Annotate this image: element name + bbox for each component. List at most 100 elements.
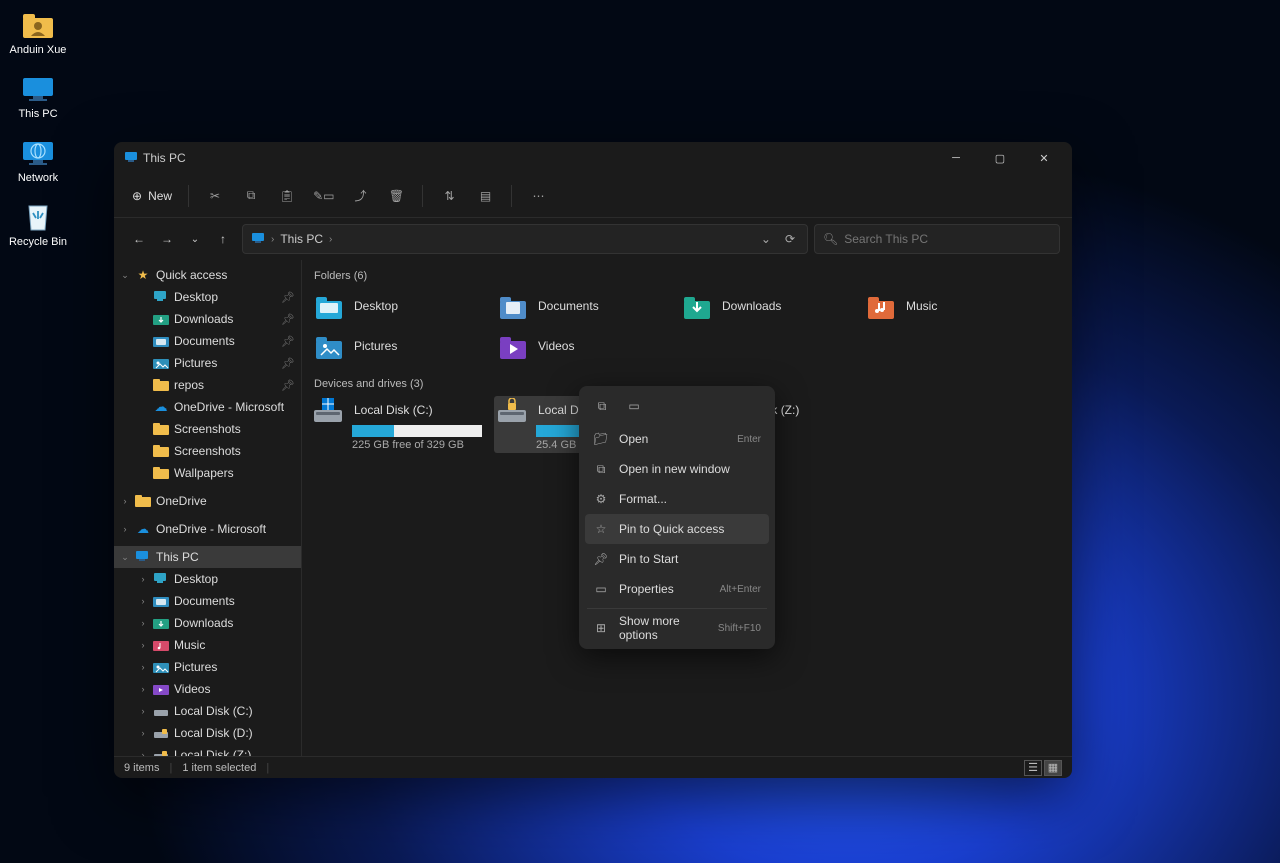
sidebar-this-pc[interactable]: ⌄ This PC	[114, 546, 301, 568]
pin-icon: 📌︎	[281, 335, 295, 348]
sidebar-item-desktop[interactable]: Desktop📌︎	[114, 286, 301, 308]
context-item-properties[interactable]: ▭PropertiesAlt+Enter	[585, 574, 769, 604]
pictures-icon	[153, 355, 169, 371]
expand-icon[interactable]: ›	[138, 706, 148, 716]
sidebar-item-local-disk-d-[interactable]: ›Local Disk (D:)	[114, 722, 301, 744]
sidebar-onedrive-microsoft[interactable]: › ☁ OneDrive - Microsoft	[114, 518, 301, 540]
close-button[interactable]: ✕	[1022, 143, 1066, 173]
pin-icon: 📌︎	[281, 291, 295, 304]
music-icon	[153, 637, 169, 653]
back-button[interactable]: ←	[126, 226, 152, 252]
expand-icon[interactable]: ›	[138, 728, 148, 738]
context-item-show-more-options[interactable]: ⊞Show more optionsShift+F10	[585, 613, 769, 643]
folder-item-downloads[interactable]: Downloads	[678, 288, 858, 324]
downloads-icon	[153, 615, 169, 631]
copy-icon: ⧉	[247, 188, 256, 203]
context-item-open[interactable]: 📁︎OpenEnter	[585, 424, 769, 454]
toolbar: ⊕ New ✂ ⧉ 📋︎ ✎▭ ⤴ 🗑︎ ⇅ ▤ ⋯	[114, 174, 1072, 218]
expand-icon[interactable]: ›	[138, 618, 148, 628]
sidebar-quick-access[interactable]: ⌄ ★ Quick access	[114, 264, 301, 286]
folder-icon	[866, 291, 896, 321]
sidebar-item-wallpapers[interactable]: Wallpapers	[114, 462, 301, 484]
sort-button[interactable]: ⇅	[433, 180, 465, 212]
refresh-button[interactable]: ⟳	[781, 232, 799, 246]
expand-icon[interactable]: ›	[138, 574, 148, 584]
expand-icon[interactable]: ›	[138, 640, 148, 650]
recycle-bin-icon	[21, 200, 55, 234]
sidebar-item-screenshots[interactable]: Screenshots	[114, 418, 301, 440]
address-history-button[interactable]: ⌄	[757, 232, 775, 246]
sidebar-item-screenshots[interactable]: Screenshots	[114, 440, 301, 462]
sidebar-item-local-disk-c-[interactable]: ›Local Disk (C:)	[114, 700, 301, 722]
folder-item-pictures[interactable]: Pictures	[310, 328, 490, 364]
expand-icon[interactable]: ›	[138, 662, 148, 672]
breadcrumb-segment[interactable]: This PC	[280, 232, 323, 246]
expand-icon[interactable]: ›	[120, 524, 130, 534]
up-button[interactable]: ↑	[210, 226, 236, 252]
context-copy-button[interactable]: ⧉	[589, 394, 615, 418]
more-button[interactable]: ⋯	[522, 180, 554, 212]
collapse-icon[interactable]: ⌄	[120, 552, 130, 563]
expand-icon[interactable]: ›	[120, 496, 130, 506]
ellipsis-icon: ⋯	[532, 189, 544, 203]
sidebar-onedrive[interactable]: › OneDrive	[114, 490, 301, 512]
minimize-button[interactable]: ─	[934, 143, 978, 173]
cut-button[interactable]: ✂	[199, 180, 231, 212]
navigation-pane[interactable]: ⌄ ★ Quick access Desktop📌︎Downloads📌︎Doc…	[114, 260, 302, 756]
forward-button[interactable]: →	[154, 226, 180, 252]
sidebar-item-pictures[interactable]: Pictures📌︎	[114, 352, 301, 374]
delete-button[interactable]: 🗑︎	[380, 180, 412, 212]
titlebar[interactable]: This PC ─ ▢ ✕	[114, 142, 1072, 174]
context-menu[interactable]: ⧉ ▭ 📁︎OpenEnter⧉Open in new window⚙Forma…	[579, 386, 775, 649]
sidebar-item-repos[interactable]: repos📌︎	[114, 374, 301, 396]
share-button[interactable]: ⤴	[344, 180, 376, 212]
sidebar-item-documents[interactable]: ›Documents	[114, 590, 301, 612]
recent-locations-button[interactable]: ⌄	[182, 226, 208, 252]
sidebar-item-local-disk-z-[interactable]: ›Local Disk (Z:)	[114, 744, 301, 756]
sidebar-item-music[interactable]: ›Music	[114, 634, 301, 656]
expand-icon[interactable]: ›	[138, 684, 148, 694]
pc-icon	[124, 151, 138, 165]
folder-item-documents[interactable]: Documents	[494, 288, 674, 324]
sidebar-item-onedrive-microsoft[interactable]: ☁OneDrive - Microsoft	[114, 396, 301, 418]
expand-icon[interactable]: ›	[138, 596, 148, 606]
collapse-icon[interactable]: ⌄	[120, 270, 130, 281]
status-selection: 1 item selected	[182, 762, 256, 774]
sidebar-item-videos[interactable]: ›Videos	[114, 678, 301, 700]
sidebar-item-pictures[interactable]: ›Pictures	[114, 656, 301, 678]
folders-section-header[interactable]: Folders (6)	[314, 270, 1064, 282]
paste-button[interactable]: 📋︎	[271, 180, 303, 212]
sidebar-item-downloads[interactable]: Downloads📌︎	[114, 308, 301, 330]
maximize-button[interactable]: ▢	[978, 143, 1022, 173]
rename-button[interactable]: ✎▭	[307, 180, 340, 212]
desktop-icon-recycle-bin[interactable]: Recycle Bin	[8, 200, 68, 248]
folder-item-music[interactable]: Music	[862, 288, 1042, 324]
folder-item-desktop[interactable]: Desktop	[310, 288, 490, 324]
desktop-icon-this-pc[interactable]: This PC	[8, 72, 68, 120]
desktop-icon-user-folder[interactable]: Anduin Xue	[8, 8, 68, 56]
desktop-icon-network[interactable]: Network	[8, 136, 68, 184]
context-item-pin-to-start[interactable]: 📌︎Pin to Start	[585, 544, 769, 574]
context-rename-button[interactable]: ▭	[621, 394, 647, 418]
new-button[interactable]: ⊕ New	[126, 180, 178, 212]
network-icon	[21, 136, 55, 170]
address-bar[interactable]: › This PC › ⌄ ⟳	[242, 224, 808, 254]
icons-view-button[interactable]: ▦	[1044, 760, 1062, 776]
drive-item-local-disk-c-[interactable]: Local Disk (C:)225 GB free of 329 GB	[310, 396, 490, 453]
details-view-button[interactable]: ☰	[1024, 760, 1042, 776]
search-input[interactable]	[844, 232, 1051, 246]
sidebar-item-desktop[interactable]: ›Desktop	[114, 568, 301, 590]
drive-icon	[153, 703, 169, 719]
folder-item-videos[interactable]: Videos	[494, 328, 674, 364]
desktop-icon	[153, 289, 169, 305]
search-box[interactable]: 🔍︎	[814, 224, 1060, 254]
context-item-format-[interactable]: ⚙Format...	[585, 484, 769, 514]
status-bar: 9 items | 1 item selected | ☰ ▦	[114, 756, 1072, 778]
status-items-count: 9 items	[124, 762, 159, 774]
view-button[interactable]: ▤	[469, 180, 501, 212]
copy-button[interactable]: ⧉	[235, 180, 267, 212]
sidebar-item-downloads[interactable]: ›Downloads	[114, 612, 301, 634]
context-item-pin-to-quick-access[interactable]: ☆Pin to Quick access	[585, 514, 769, 544]
context-item-open-in-new-window[interactable]: ⧉Open in new window	[585, 454, 769, 484]
sidebar-item-documents[interactable]: Documents📌︎	[114, 330, 301, 352]
